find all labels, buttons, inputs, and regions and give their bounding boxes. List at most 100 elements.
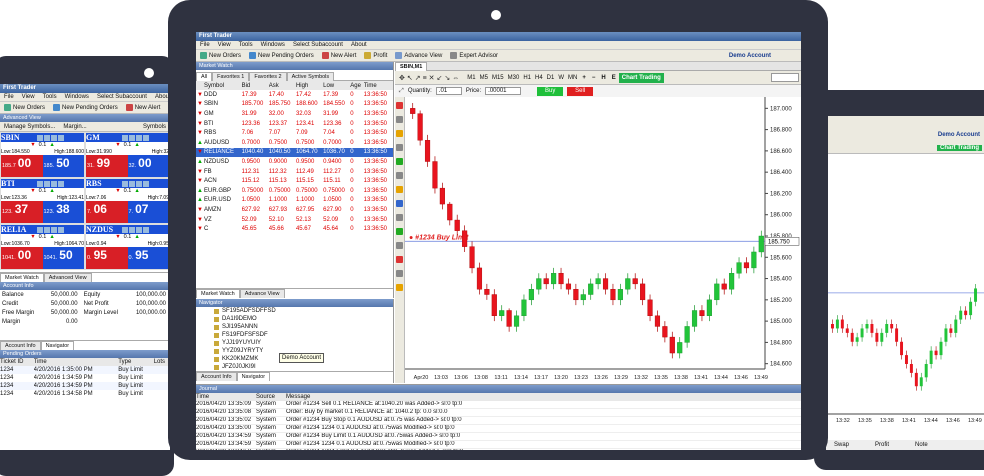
pending-row[interactable]: 1234 4/20/2016 1:34:59 PM Buy Limit xyxy=(0,374,170,382)
journal-row[interactable]: 2016/04/20 13:34:59 System Order #1234 123… xyxy=(196,441,801,449)
market-watch-row[interactable]: ▼ AMZN 627.92 627.93 627.95 627.90 0 13:36:50 xyxy=(196,205,393,215)
tile-tool-icon[interactable] xyxy=(58,180,64,187)
left-menu-subaccount[interactable]: Select Subaccount xyxy=(97,94,147,100)
manage-symbols-button[interactable]: Manage Symbols... xyxy=(2,122,57,131)
tab-favorites-1[interactable]: Favorites 1 xyxy=(212,72,250,81)
zoom-control-button[interactable]: + xyxy=(582,75,586,81)
market-watch-row[interactable]: ▼ VZ 52.09 52.10 52.13 52.09 0 13:36:50 xyxy=(196,215,393,225)
column-header[interactable]: Low xyxy=(323,81,350,90)
symbol-tile[interactable]: RBS ▼ 0.1 ▲ Low:7.06 High:7.09 7. 06 7. 07 xyxy=(86,179,169,223)
pending-row[interactable]: 1234 4/20/2016 1:35:00 PM Buy Limit xyxy=(0,366,170,374)
tile-tool-icon[interactable] xyxy=(143,134,149,141)
tile-qty[interactable]: 0.1 xyxy=(39,142,47,149)
tile-buy-button[interactable]: 7. 07 xyxy=(127,201,169,223)
market-watch-row[interactable]: ▼ RBS 7.06 7.07 7.09 7.04 0 13:36:50 xyxy=(196,128,393,138)
tab-market-watch[interactable]: Market Watch xyxy=(196,289,240,298)
tile-tool-icon[interactable] xyxy=(51,180,57,187)
market-watch-row[interactable]: ▼ DDD 17.39 17.40 17.42 17.39 0 13:36:50 xyxy=(196,90,393,100)
timeframe-m5-button[interactable]: M5 xyxy=(480,75,488,81)
qty-up-arrow-icon[interactable]: ▲ xyxy=(134,142,139,149)
side-tool-icon[interactable] xyxy=(396,116,403,123)
symbols-button[interactable]: Symbols xyxy=(141,122,168,131)
pending-column-header[interactable]: Time xyxy=(34,358,119,366)
side-tool-icon[interactable] xyxy=(396,172,403,179)
journal-column-header[interactable]: Message xyxy=(286,393,801,401)
column-header[interactable]: Symbol xyxy=(204,81,242,90)
side-tool-icon[interactable] xyxy=(396,228,403,235)
side-tool-icon[interactable] xyxy=(396,256,403,263)
navigator-account-item[interactable]: SJI195ANNN xyxy=(214,323,393,331)
qty-down-arrow-icon[interactable]: ▼ xyxy=(30,188,35,195)
tile-tool-icon[interactable] xyxy=(122,134,128,141)
pending-column-header[interactable]: Ticket ID xyxy=(0,358,34,366)
side-tool-icon[interactable] xyxy=(396,270,403,277)
chart-selector-dropdown[interactable] xyxy=(771,73,799,82)
zoom-control-button[interactable]: H xyxy=(601,75,605,81)
tab-advanced-view[interactable]: Advanced View xyxy=(43,273,92,282)
buy-button[interactable]: Buy xyxy=(537,86,564,96)
tile-tool-icon[interactable] xyxy=(122,180,128,187)
chart-tab-sbin[interactable]: SBIN,M1 xyxy=(395,62,428,71)
qty-down-arrow-icon[interactable]: ▼ xyxy=(115,142,120,149)
tab-navigator[interactable]: Navigator xyxy=(236,372,271,381)
side-tool-icon[interactable] xyxy=(396,242,403,249)
symbol-tile[interactable]: NZDUS ▼ 0.1 ▲ Low:0.94 High:0.95 0. 95 0. 95 xyxy=(86,225,169,269)
expert-advisor-button[interactable]: Expert Advisor xyxy=(448,51,500,61)
left-menu-windows[interactable]: Windows xyxy=(65,94,89,100)
column-header[interactable]: Time xyxy=(364,81,393,90)
zoom-control-button[interactable]: − xyxy=(592,75,596,81)
pending-row[interactable]: 1234 4/20/2016 1:34:58 PM Buy Limit xyxy=(0,390,170,398)
tile-tool-icon[interactable] xyxy=(136,134,142,141)
profit-button[interactable]: Profit xyxy=(362,51,389,61)
tab-navigator[interactable]: Navigator xyxy=(40,341,75,350)
navigator-account-item[interactable]: SF195ADFSDFFSD xyxy=(214,307,393,315)
tab-account-info[interactable]: Account Info xyxy=(196,372,237,381)
navigator-account-item[interactable]: DA1I9DEMO xyxy=(214,315,393,323)
market-watch-row[interactable]: ▲ EUR.USD 1.0500 1.1000 1.1000 1.0500 0 13:36:5… xyxy=(196,196,393,206)
tab-advance-view[interactable]: Advance View xyxy=(239,289,285,298)
pending-column-header[interactable]: Type xyxy=(118,358,153,366)
tile-tool-icon[interactable] xyxy=(143,226,149,233)
tab-all[interactable]: All xyxy=(196,72,213,81)
side-tool-icon[interactable] xyxy=(396,144,403,151)
side-tool-icon[interactable] xyxy=(396,214,403,221)
tile-buy-button[interactable]: 1041. 50 xyxy=(42,247,84,269)
qty-down-arrow-icon[interactable]: ▼ xyxy=(115,188,120,195)
qty-up-arrow-icon[interactable]: ▲ xyxy=(49,234,54,241)
market-watch-row[interactable]: ▲ NZDUSD 0.9500 0.9000 0.9500 0.9400 0 13:36:50 xyxy=(196,157,393,167)
menu-about[interactable]: About xyxy=(351,42,367,48)
qty-down-arrow-icon[interactable]: ▼ xyxy=(30,142,35,149)
left-menu-view[interactable]: View xyxy=(22,94,35,100)
side-tool-icon[interactable] xyxy=(396,284,403,291)
journal-row[interactable]: 2016/04/20 13:35:08 System Order: Buy by m… xyxy=(196,409,801,417)
tile-buy-button[interactable]: 0. 95 xyxy=(127,247,169,269)
tile-tool-icon[interactable] xyxy=(129,226,135,233)
tile-tool-icon[interactable] xyxy=(136,226,142,233)
timeframe-m15-button[interactable]: M15 xyxy=(492,75,504,81)
tile-sell-button[interactable]: 1041. 00 xyxy=(1,247,43,269)
timeframe-h1-button[interactable]: H1 xyxy=(523,75,531,81)
tile-tool-icon[interactable] xyxy=(143,180,149,187)
tile-qty[interactable]: 0.1 xyxy=(124,142,132,149)
advance-view-button[interactable]: Advance View xyxy=(393,51,444,61)
qty-up-arrow-icon[interactable]: ▲ xyxy=(49,142,54,149)
new-orders-button[interactable]: New Orders xyxy=(198,51,243,61)
tile-sell-button[interactable]: 0. 95 xyxy=(86,247,128,269)
column-header[interactable]: Bid xyxy=(242,81,269,90)
market-watch-row[interactable]: ▼ RELIANCE 1040.40 1040.50 1064.70 1036.70 0 13… xyxy=(196,147,393,158)
tile-qty[interactable]: 0.1 xyxy=(39,234,47,241)
navigator-account-item[interactable]: FS19FDFSFSDF xyxy=(214,331,393,339)
sell-button[interactable]: Sell xyxy=(567,86,594,96)
market-watch-row[interactable]: ▼ C 45.65 45.66 45.67 45.64 0 13:36:50 xyxy=(196,224,393,234)
tile-buy-button[interactable]: 185. 50 xyxy=(42,155,84,177)
market-watch-row[interactable]: ▼ ACN 115.12 115.13 115.15 115.11 0 13:36:50 xyxy=(196,176,393,186)
left-new-pending-orders-button[interactable]: New Pending Orders xyxy=(51,103,120,113)
tile-qty[interactable]: 0.1 xyxy=(124,234,132,241)
side-tool-icon[interactable] xyxy=(396,102,403,109)
tab-favorites-2[interactable]: Favorites 2 xyxy=(249,72,287,81)
menu-file[interactable]: File xyxy=(200,42,210,48)
journal-column-header[interactable]: Source xyxy=(256,393,286,401)
tile-tool-icon[interactable] xyxy=(58,134,64,141)
new-alert-button[interactable]: New Alert xyxy=(320,51,359,61)
navigator-account-item[interactable]: JFZ0J0JKI9I xyxy=(214,363,393,371)
